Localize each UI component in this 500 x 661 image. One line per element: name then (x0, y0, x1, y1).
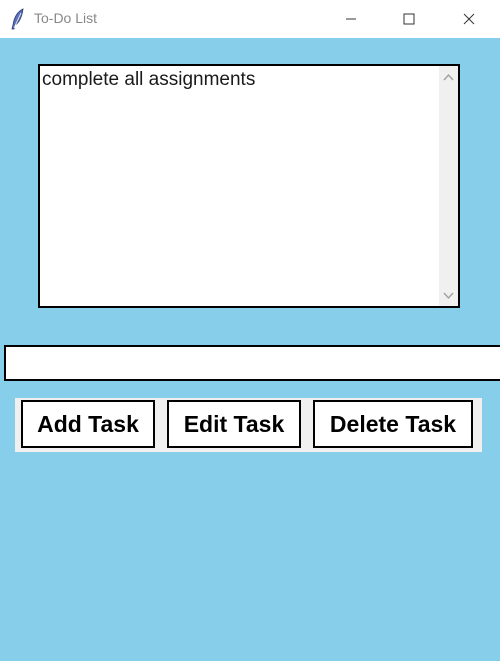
maximize-icon (403, 13, 415, 25)
delete-task-button[interactable]: Delete Task (313, 400, 473, 448)
scroll-down-icon[interactable] (443, 292, 454, 300)
close-button[interactable] (446, 0, 492, 38)
listbox-scrollbar[interactable] (439, 66, 458, 306)
minimize-icon (346, 18, 356, 20)
task-entry-input[interactable] (4, 345, 500, 381)
task-listbox[interactable]: complete all assignments (38, 64, 460, 308)
close-icon (463, 13, 475, 25)
list-item[interactable]: complete all assignments (42, 69, 255, 91)
minimize-button[interactable] (328, 0, 374, 38)
feather-icon (10, 8, 26, 30)
add-task-button[interactable]: Add Task (21, 400, 155, 448)
button-frame: Add Task Edit Task Delete Task (15, 398, 482, 452)
maximize-button[interactable] (386, 0, 432, 38)
edit-task-button[interactable]: Edit Task (167, 400, 301, 448)
title-bar: To-Do List (0, 0, 500, 38)
scroll-up-icon[interactable] (443, 73, 454, 81)
window-title: To-Do List (34, 10, 98, 26)
